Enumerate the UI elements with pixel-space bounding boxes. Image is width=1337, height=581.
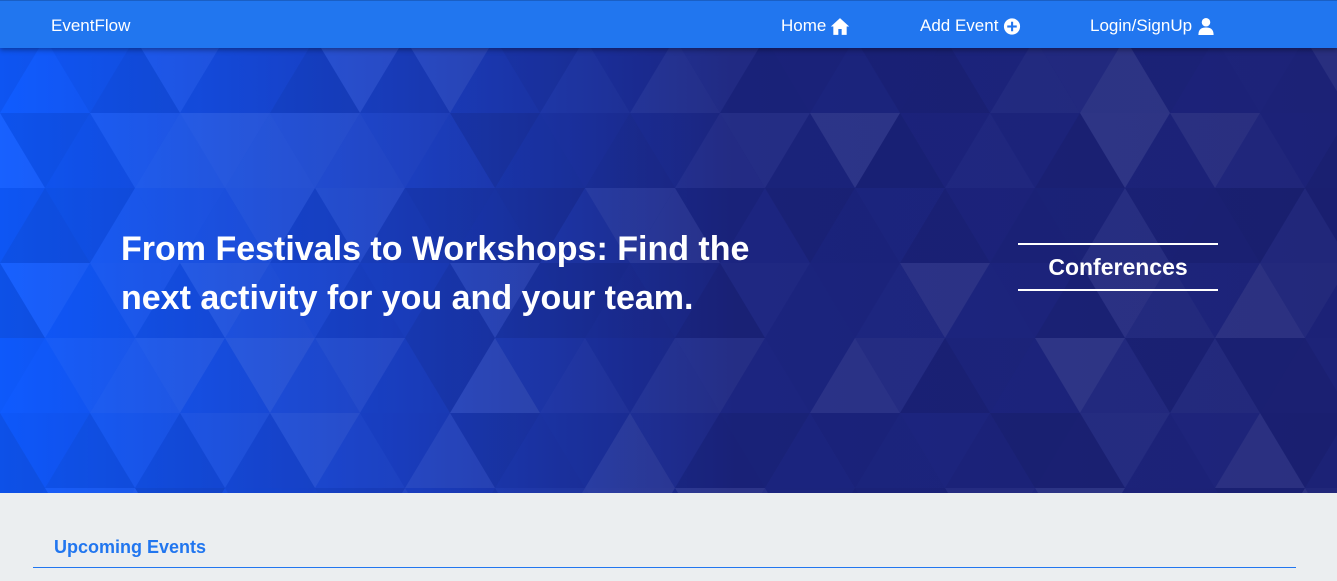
nav-add-event-label: Add Event [920, 16, 999, 35]
hero-rotating-tag: Conferences [1018, 243, 1218, 291]
pattern-triangle [765, 488, 855, 493]
pattern-triangle [45, 488, 135, 493]
hero-title-line-1: From Festivals to Workshops: Find the [121, 230, 750, 268]
pattern-triangle [945, 488, 1035, 493]
pattern-triangle [405, 488, 495, 493]
hero-banner: From Festivals to Workshops: Find the ne… [0, 48, 1337, 493]
nav-home-link[interactable]: Home [781, 16, 850, 36]
plus-circle-icon [1002, 17, 1022, 36]
upcoming-events-heading: Upcoming Events [54, 537, 207, 557]
nav-login-signup-label: Login/SignUp [1090, 16, 1193, 35]
brand-link[interactable]: EventFlow [51, 16, 130, 36]
pattern-triangle [855, 488, 945, 493]
pattern-triangle [1305, 488, 1337, 493]
nav-login-signup-link[interactable]: Login/SignUp [1090, 16, 1216, 36]
user-icon [1196, 17, 1216, 36]
pattern-triangle [1125, 488, 1215, 493]
pattern-triangle [495, 488, 585, 493]
pattern-triangle [675, 488, 765, 493]
hero-title: From Festivals to Workshops: Find the ne… [121, 225, 821, 323]
pattern-triangle [315, 488, 405, 493]
hero-title-line-2: next activity for you and your team. [121, 279, 694, 317]
home-icon [830, 17, 850, 36]
nav-add-event-link[interactable]: Add Event [920, 16, 1022, 36]
pattern-triangle [1215, 488, 1305, 493]
pattern-triangle [585, 488, 675, 493]
pattern-triangle [1035, 488, 1125, 493]
pattern-triangle [135, 488, 225, 493]
pattern-triangle [0, 488, 45, 493]
nav-home-label: Home [781, 16, 827, 35]
pattern-triangle [225, 488, 315, 493]
section-divider [33, 567, 1296, 568]
top-navbar: EventFlow Home Add Event Login/SignUp [0, 0, 1337, 48]
